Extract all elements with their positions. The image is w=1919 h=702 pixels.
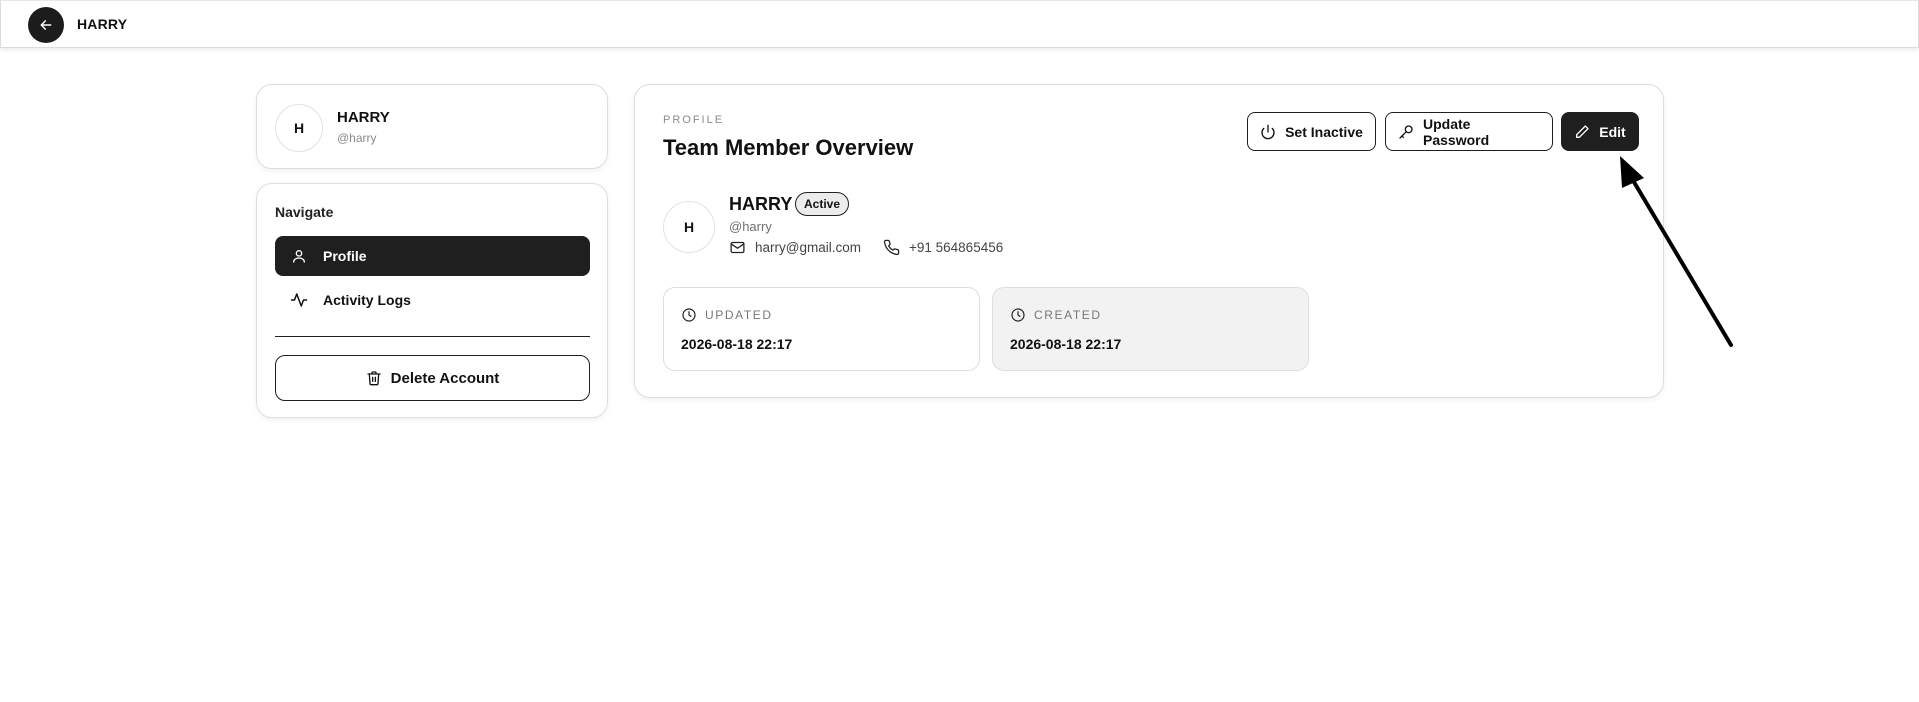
member-avatar: H	[663, 201, 715, 253]
updated-stat-card: UPDATED 2026-08-18 22:17	[663, 287, 980, 371]
user-icon	[290, 247, 308, 265]
member-overview-card: PROFILE Team Member Overview Set Inactiv…	[634, 84, 1664, 398]
nav-heading: Navigate	[275, 204, 334, 220]
header-title: HARRY	[77, 16, 128, 32]
set-inactive-label: Set Inactive	[1285, 123, 1363, 140]
page-title: Team Member Overview	[663, 135, 914, 160]
edit-label: Edit	[1599, 123, 1626, 140]
pencil-icon	[1574, 124, 1590, 140]
member-handle: @harry	[729, 219, 772, 234]
top-bar: HARRY	[0, 0, 1919, 48]
section-eyebrow: PROFILE	[663, 114, 725, 126]
created-value: 2026-08-18 22:17	[1010, 336, 1122, 352]
mail-icon	[729, 239, 746, 256]
key-icon	[1398, 124, 1414, 140]
nav-item-profile[interactable]: Profile	[275, 236, 590, 276]
update-password-button[interactable]: Update Password	[1385, 112, 1553, 151]
divider	[275, 336, 590, 337]
updated-value: 2026-08-18 22:17	[681, 336, 793, 352]
updated-label: UPDATED	[705, 308, 773, 322]
updated-label-row: UPDATED	[681, 307, 773, 323]
created-label: CREATED	[1034, 308, 1102, 322]
user-name: HARRY	[337, 109, 390, 126]
edit-button[interactable]: Edit	[1561, 112, 1639, 151]
member-email: harry@gmail.com	[729, 239, 861, 256]
clock-icon	[1010, 307, 1026, 323]
delete-account-label: Delete Account	[390, 369, 500, 387]
trash-icon	[366, 370, 382, 386]
back-button[interactable]	[28, 7, 64, 43]
created-label-row: CREATED	[1010, 307, 1102, 323]
user-handle: @harry	[337, 131, 377, 145]
member-phone: +91 564865456	[883, 239, 1003, 256]
nav-item-activity-logs[interactable]: Activity Logs	[275, 280, 590, 320]
phone-icon	[883, 239, 900, 256]
nav-item-label: Profile	[323, 248, 367, 264]
user-summary-card: H HARRY @harry	[256, 84, 608, 169]
nav-item-label: Activity Logs	[323, 292, 411, 308]
navigation-card: Navigate Profile Activity Logs Delete Ac…	[256, 183, 608, 418]
member-name: HARRY	[729, 194, 793, 214]
created-stat-card: CREATED 2026-08-18 22:17	[992, 287, 1309, 371]
set-inactive-button[interactable]: Set Inactive	[1247, 112, 1376, 151]
email-text: harry@gmail.com	[755, 240, 861, 255]
power-icon	[1260, 124, 1276, 140]
activity-icon	[290, 291, 308, 309]
avatar: H	[275, 104, 323, 152]
arrow-left-icon	[40, 20, 52, 30]
update-password-label: Update Password	[1423, 115, 1490, 148]
phone-text: +91 564865456	[909, 240, 1004, 255]
clock-icon	[681, 307, 697, 323]
status-badge: Active	[795, 192, 850, 216]
delete-account-button[interactable]: Delete Account	[275, 355, 590, 401]
